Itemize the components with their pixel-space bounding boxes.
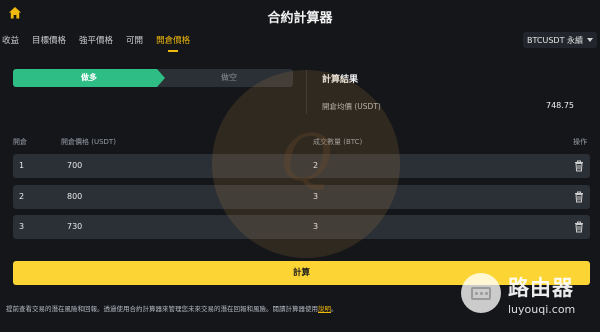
table-row: 3 730 3 [13, 215, 590, 239]
side-toggle: 做多 做空 [13, 69, 293, 87]
table-row: 1 700 2 [13, 154, 590, 178]
price-input[interactable]: 700 [67, 154, 307, 178]
footer-text: 提前查看交易的潛在風險和回報。透過使用合約計算器來管理您未來交易的潛在回報和風險… [6, 305, 318, 313]
row-index: 3 [19, 222, 25, 231]
table-row: 2 800 3 [13, 185, 590, 209]
footer-end: 。 [331, 305, 338, 313]
divider [306, 70, 307, 114]
pair-selector[interactable]: BTCUSDT 永續 [522, 32, 597, 48]
caret-down-icon [587, 38, 593, 42]
row-index: 2 [19, 192, 25, 201]
footer-note: 提前查看交易的潛在風險和回報。透過使用合約計算器來管理您未來交易的潛在回報和風險… [6, 303, 338, 313]
header-index: 開倉 [13, 138, 27, 146]
row-index: 1 [19, 161, 25, 170]
tab-target-price[interactable]: 目標價格 [30, 35, 66, 53]
header-price: 開倉價格 (USDT) [61, 138, 116, 146]
qty-input[interactable]: 2 [313, 154, 553, 178]
calculate-button[interactable]: 計算 [13, 261, 590, 285]
price-input[interactable]: 730 [67, 215, 307, 239]
trash-icon[interactable] [574, 221, 584, 233]
header-qty: 成交數量 (BTC) [313, 138, 363, 146]
tab-profit[interactable]: 收益 [0, 35, 19, 53]
avg-entry-label: 開倉均價 (USDT) [322, 102, 381, 111]
brand-url: luyouqi.com [508, 303, 576, 316]
tab-bar: 收益 目標價格 強平價格 可開 開倉價格 [0, 35, 201, 57]
tab-entry-price[interactable]: 開倉價格 [154, 35, 190, 53]
price-input[interactable]: 800 [67, 185, 307, 209]
qty-input[interactable]: 3 [313, 185, 553, 209]
help-link[interactable]: 說明 [318, 305, 331, 313]
pair-label: BTCUSDT 永續 [526, 35, 583, 45]
tab-max-open[interactable]: 可開 [124, 35, 143, 53]
avg-entry-value: 748.75 [546, 101, 574, 110]
qty-input[interactable]: 3 [313, 215, 553, 239]
trash-icon[interactable] [574, 160, 584, 172]
top-bar: 合約計算器 [0, 0, 600, 30]
header-action: 操作 [573, 138, 587, 146]
trash-icon[interactable] [574, 191, 584, 203]
tab-liquidation-price[interactable]: 強平價格 [77, 35, 113, 53]
result-title: 計算結果 [322, 75, 359, 85]
page-title: 合約計算器 [267, 11, 333, 26]
long-button[interactable]: 做多 [13, 69, 165, 87]
short-button[interactable]: 做空 [165, 69, 293, 87]
